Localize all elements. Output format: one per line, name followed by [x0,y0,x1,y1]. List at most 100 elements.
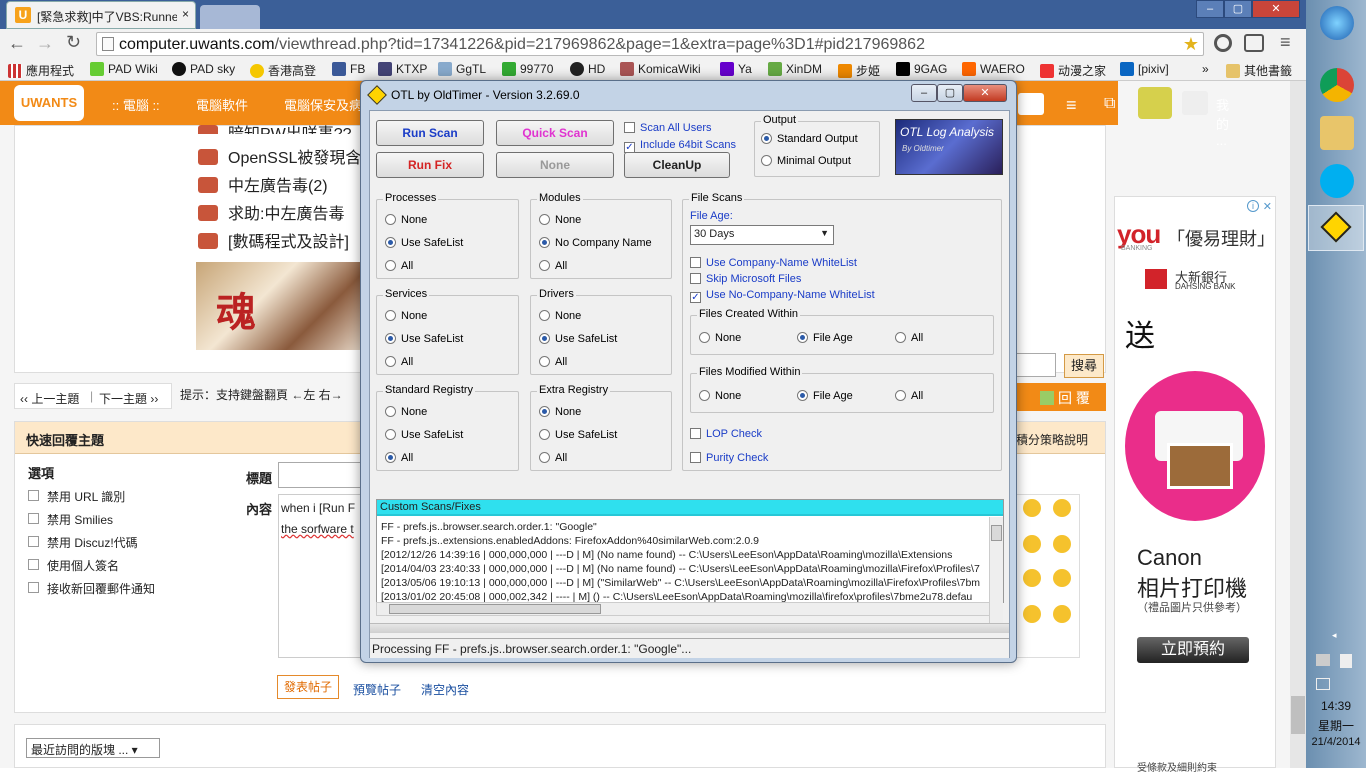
explorer-taskbar-icon[interactable] [1320,116,1354,150]
otl-log-analysis-logo[interactable]: OTL Log Analysis By Oldtimer [895,119,1003,175]
log-hscroll-thumb[interactable] [389,604,601,614]
output-standard-radio[interactable]: Standard Output [761,133,858,145]
clock-date[interactable]: 21/4/2014 [1306,736,1366,748]
address-bar[interactable]: computer.uwants.com/viewthread.php?tid=1… [96,32,1204,56]
bookmark-fb[interactable]: FB [332,62,365,76]
bookmark-pad-wiki[interactable]: PAD Wiki [90,62,158,76]
skip-microsoft-checkbox[interactable]: Skip Microsoft Files [690,273,801,285]
purity-check-checkbox[interactable]: Purity Check [690,452,768,464]
smiley-icon[interactable] [1023,569,1041,587]
created-none-radio[interactable]: None [699,332,741,344]
drivers-all-radio[interactable]: All [539,356,567,368]
company-whitelist-checkbox[interactable]: Use Company-Name WhiteList [690,257,857,269]
page-scrollbar-thumb[interactable] [1291,696,1305,734]
file-age-select[interactable]: 30 Days ▼ [690,225,834,245]
include-64bit-checkbox[interactable]: ✓ Include 64bit Scans [624,139,736,153]
smiley-icon[interactable] [1023,605,1041,623]
menu-icon[interactable]: ≡ [1280,32,1291,53]
ad-banner[interactable]: i ✕ you BANKING 「優易理財」 大新銀行 DAHSING BANK… [1114,196,1276,774]
bookmarks-overflow[interactable]: » [1202,62,1209,76]
bookmark-hd[interactable]: HD [570,62,605,76]
tab-close-icon[interactable]: × [182,7,189,21]
site-logo[interactable]: UWANTS [14,85,84,121]
adchoices-icon[interactable]: i [1247,200,1259,212]
new-tab-button[interactable] [200,5,260,29]
thread-link[interactable]: [數碼程式及設計] [198,228,349,252]
maximize-button[interactable]: ▢ [1224,0,1252,18]
created-all-radio[interactable]: All [895,332,923,344]
banner-image[interactable]: 魂 [196,262,362,350]
modified-fileage-radio[interactable]: File Age [797,390,853,402]
recent-forums-select[interactable]: 最近訪問的版塊 ... ▾ [26,738,160,758]
bookmark-ggtl[interactable]: GgTL [438,62,486,76]
drivers-safelist-radio[interactable]: Use SafeList [539,333,617,345]
created-fileage-radio[interactable]: File Age [797,332,853,344]
extrareg-none-radio[interactable]: None [539,406,581,418]
my-link[interactable]: 我的 ... [1216,95,1229,148]
smiley-icon[interactable] [1053,499,1071,517]
bookmark-99770[interactable]: 99770 [502,62,553,76]
chrome-taskbar-icon[interactable] [1320,68,1354,102]
prev-thread-link[interactable]: ‹‹ 上一主題 [20,390,79,407]
site-search-input[interactable] [1016,353,1056,377]
crumb-computer[interactable]: :: 電腦 :: [112,95,160,114]
reload-icon[interactable]: ↻ [66,32,81,53]
start-button[interactable] [1320,6,1354,40]
crumb-security[interactable]: 電腦保安及病 [284,95,360,114]
log-horizontal-scrollbar[interactable] [376,602,990,616]
modules-none-radio[interactable]: None [539,214,581,226]
modified-none-radio[interactable]: None [699,390,741,402]
smiley-icon[interactable] [1053,535,1071,553]
option-disable-smilies[interactable]: 禁用 Smilies [28,511,113,528]
settings-icon[interactable] [1182,91,1208,115]
minimize-button[interactable]: – [1196,0,1224,18]
otl-titlebar[interactable]: OTL by OldTimer - Version 3.2.69.0 – ▢ ✕ [361,81,1016,107]
quick-scan-button[interactable]: Quick Scan [496,120,614,146]
otl-maximize-button[interactable]: ▢ [937,84,963,102]
thread-link[interactable]: 暗知PW出咩事?? [198,120,352,134]
scan-all-users-checkbox[interactable]: Scan All Users [624,122,712,134]
smiley-icon[interactable] [1023,499,1041,517]
log-vertical-scrollbar[interactable] [989,517,1003,623]
option-disable-url[interactable]: 禁用 URL 識別 [28,488,125,505]
smiley-icon[interactable] [1053,569,1071,587]
processes-none-radio[interactable]: None [385,214,427,226]
next-thread-link[interactable]: 下一主題 ›› [99,390,158,407]
ad-close-icon[interactable]: ✕ [1263,200,1272,213]
no-company-whitelist-checkbox[interactable]: ✓ Use No-Company-Name WhiteList [690,289,875,303]
processes-safelist-radio[interactable]: Use SafeList [385,237,463,249]
services-safelist-radio[interactable]: Use SafeList [385,333,463,345]
bookmark-waero[interactable]: WAERO [962,62,1025,76]
content-textarea[interactable]: when i [Run F the sorfware t [278,494,362,658]
log-vscroll-thumb[interactable] [991,525,1002,541]
modules-nocompany-radio[interactable]: No Company Name [539,237,652,249]
tray-expand-icon[interactable]: ◂ [1332,630,1337,641]
thread-link[interactable]: 中左廣告毒(2) [198,172,328,196]
cleanup-button[interactable]: CleanUp [624,152,730,178]
bookmark-xindm[interactable]: XinDM [768,62,822,76]
thread-link[interactable]: OpenSSL被發現含 [198,144,361,168]
otl-taskbar-item[interactable] [1308,205,1364,251]
site-chat-icon[interactable]: ⧉ [1104,95,1115,113]
page-scrollbar[interactable] [1290,81,1306,768]
modified-all-radio[interactable]: All [895,390,923,402]
ad-cta-button[interactable]: 立即預約 [1137,637,1249,663]
site-search-icon[interactable] [1018,93,1044,115]
site-menu-icon[interactable]: ≡ [1066,95,1077,116]
otl-minimize-button[interactable]: – [911,84,937,102]
thread-link[interactable]: 求助:中左廣告毒 [198,200,344,224]
services-all-radio[interactable]: All [385,356,413,368]
bookmark-pad-sky[interactable]: PAD sky [172,62,235,76]
run-scan-button[interactable]: Run Scan [376,120,484,146]
bookmark-9gag[interactable]: 9GAG [896,62,947,76]
tab-active[interactable]: U [緊急求救]中了VBS:Runner × [6,1,196,29]
network-icon[interactable] [1316,654,1330,666]
custom-scans-textbox[interactable]: Custom Scans/Fixes FF - prefs.js..browse… [376,499,1004,603]
user-avatar[interactable] [1138,87,1172,119]
bookmark-dmzj[interactable]: 动漫之家 [1040,62,1106,79]
stdreg-none-radio[interactable]: None [385,406,427,418]
run-fix-button[interactable]: Run Fix [376,152,484,178]
services-none-radio[interactable]: None [385,310,427,322]
bookmark-hkgolden[interactable]: 香港高登 [250,62,316,79]
modules-all-radio[interactable]: All [539,260,567,272]
